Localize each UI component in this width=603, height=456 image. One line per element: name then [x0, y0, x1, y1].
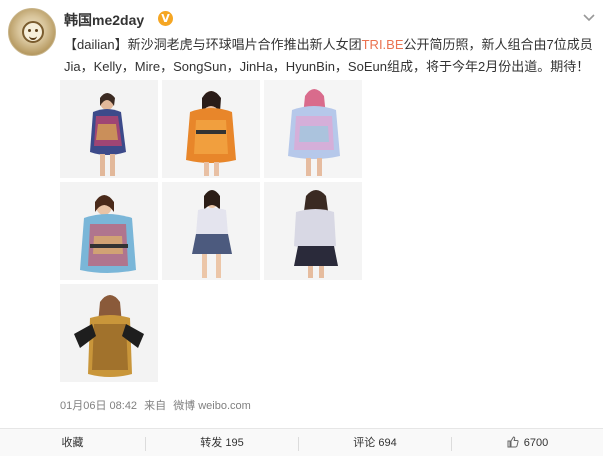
source-prefix: 来自 — [144, 400, 167, 412]
comment-button[interactable]: 评论 694 — [299, 429, 451, 456]
photo-thumbnail-2[interactable] — [162, 80, 260, 178]
group-link[interactable]: TRI.BE — [362, 37, 404, 52]
like-count: 6700 — [523, 437, 549, 449]
weibo-post-card: 韩国me2day V 【dailian】新沙洞老虎与环球唱片合作推出新人女团TR… — [0, 0, 603, 456]
avatar-face-icon — [22, 21, 44, 43]
collect-button[interactable]: 收藏 — [0, 429, 145, 456]
repost-count: 195 — [225, 437, 244, 449]
collect-label: 收藏 — [61, 437, 84, 449]
verified-icon: V — [158, 11, 173, 26]
photo-grid — [60, 80, 366, 386]
photo-thumbnail-1[interactable] — [60, 80, 158, 178]
post-text-part1: 新沙洞老虎与环球唱片合作推出新人女团 — [127, 37, 362, 52]
username[interactable]: 韩国me2day — [64, 10, 144, 30]
comment-label: 评论 — [353, 437, 376, 449]
source-link[interactable]: 微博 weibo.com — [173, 400, 251, 412]
photo-thumbnail-4[interactable] — [60, 182, 158, 280]
post-topic[interactable]: 【dailian】 — [64, 37, 128, 52]
timestamp[interactable]: 01月06日 08:42 — [60, 400, 137, 412]
chevron-down-icon[interactable] — [582, 8, 596, 22]
avatar[interactable] — [8, 8, 56, 56]
photo-thumbnail-6[interactable] — [264, 182, 362, 280]
thumbs-up-icon — [507, 431, 519, 448]
action-bar: 收藏 转发 195 评论 694 6700 — [0, 428, 603, 456]
photo-thumbnail-7[interactable] — [60, 284, 158, 382]
post-text: 【dailian】新沙洞老虎与环球唱片合作推出新人女团TRI.BE公开简历照，新… — [64, 34, 594, 78]
post-meta: 01月06日 08:42 来自 微博 weibo.com — [60, 397, 255, 413]
comment-count: 694 — [378, 437, 397, 449]
photo-thumbnail-5[interactable] — [162, 182, 260, 280]
repost-button[interactable]: 转发 195 — [146, 429, 298, 456]
repost-label: 转发 — [200, 437, 223, 449]
like-button[interactable]: 6700 — [452, 429, 603, 456]
photo-thumbnail-3[interactable] — [264, 80, 362, 178]
